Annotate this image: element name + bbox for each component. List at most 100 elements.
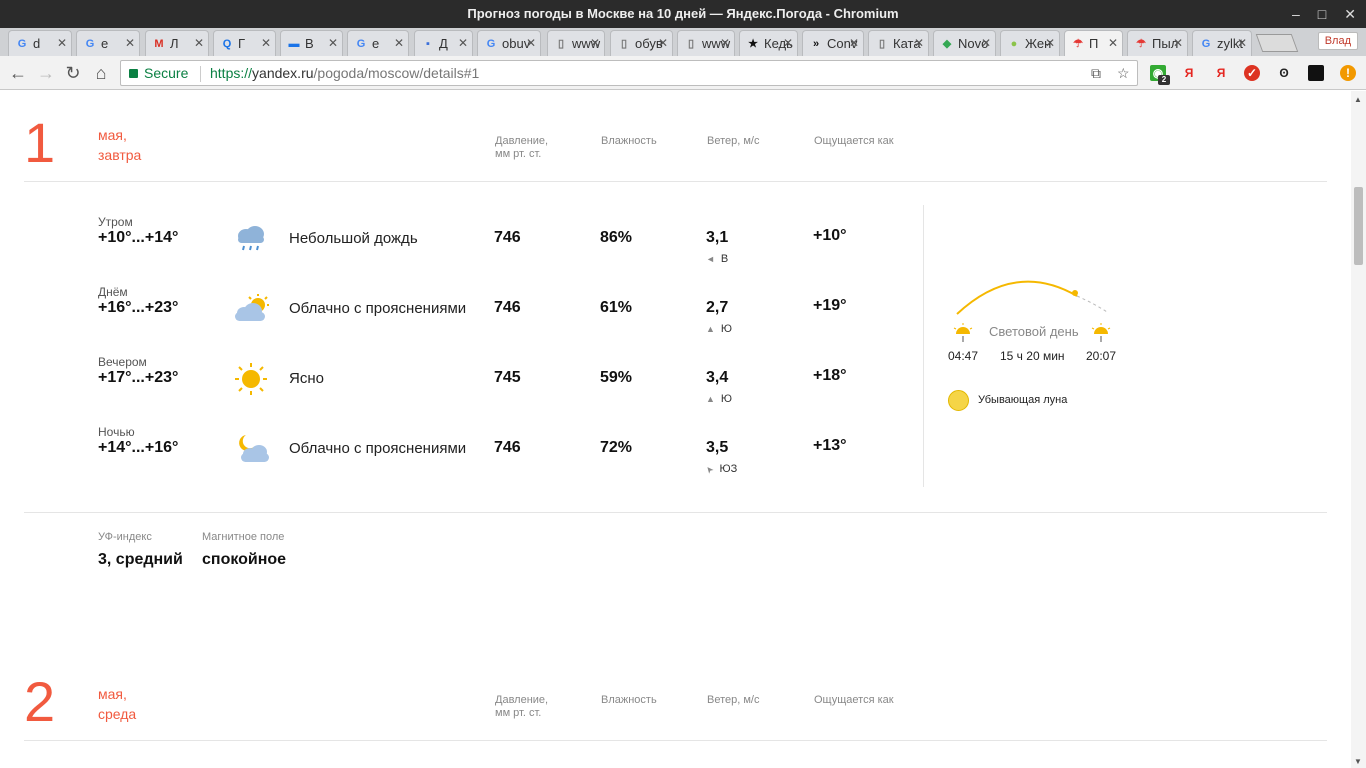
tab[interactable]: » Conv ✕ bbox=[802, 30, 864, 56]
tab[interactable]: Ge ✕ bbox=[76, 30, 140, 56]
page-scrollbar[interactable]: ▲ ▼ bbox=[1351, 91, 1366, 768]
tab[interactable]: M Л ✕ bbox=[145, 30, 209, 56]
feels-header: Ощущается как bbox=[814, 135, 894, 147]
feels-like-value: +10° bbox=[813, 227, 847, 244]
magnetic-value: спокойное bbox=[202, 551, 287, 568]
new-tab-button[interactable] bbox=[1255, 34, 1299, 52]
address-bar[interactable]: Secure https://yandex.ru/pogoda/moscow/d… bbox=[120, 60, 1138, 86]
maximize-icon[interactable]: □ bbox=[1318, 0, 1326, 28]
search-icon: Q bbox=[222, 37, 232, 50]
wind-direction-label: В bbox=[720, 253, 729, 265]
tab-close-icon[interactable]: ✕ bbox=[720, 36, 730, 50]
umbrella-icon: ☂ bbox=[1073, 38, 1083, 50]
scroll-down-icon[interactable]: ▼ bbox=[1354, 757, 1362, 766]
user-profile-button[interactable]: Влад bbox=[1317, 32, 1358, 50]
stop-ext-icon[interactable]: ✓ bbox=[1244, 65, 1260, 81]
divider bbox=[24, 740, 1327, 741]
google-icon: G bbox=[486, 37, 496, 50]
wind-direction-label: ЮЗ bbox=[719, 463, 738, 475]
tab-close-icon[interactable]: ✕ bbox=[526, 36, 536, 50]
dark-ext-icon[interactable] bbox=[1308, 65, 1324, 81]
tab-close-icon[interactable]: ✕ bbox=[1108, 36, 1118, 50]
humidity-value: 61% bbox=[600, 299, 633, 316]
tab[interactable]: ▯ обув ✕ bbox=[610, 30, 673, 56]
moon-phase: Убывающая луна bbox=[978, 394, 1068, 406]
feels-like-value: +19° bbox=[813, 297, 847, 314]
minimize-icon[interactable]: ‒ bbox=[1292, 0, 1300, 28]
wind-speed: 3,1 bbox=[706, 229, 729, 246]
tab[interactable]: ☂ П ✕ bbox=[1064, 30, 1123, 56]
back-icon[interactable]: ← bbox=[8, 63, 28, 83]
omnibox-divider bbox=[200, 66, 201, 82]
wind-speed: 3,4 bbox=[706, 369, 729, 386]
tab-close-icon[interactable]: ✕ bbox=[394, 36, 404, 50]
wind-speed: 2,7 bbox=[706, 299, 729, 316]
yandex-ext-icon[interactable]: Я bbox=[1181, 65, 1197, 81]
translate-icon[interactable]: ⧉ bbox=[1091, 61, 1101, 85]
tab[interactable]: ▬ B ✕ bbox=[280, 30, 343, 56]
day-part-label: Утром bbox=[98, 215, 133, 229]
tab-close-icon[interactable]: ✕ bbox=[590, 36, 600, 50]
yandex-bookmarks-icon[interactable]: Я bbox=[1213, 65, 1229, 81]
tab[interactable]: ▪ Д ✕ bbox=[414, 30, 473, 56]
tab-close-icon[interactable]: ✕ bbox=[125, 36, 135, 50]
tab[interactable]: ◆ Novo ✕ bbox=[933, 30, 996, 56]
home-icon[interactable]: ⌂ bbox=[91, 63, 111, 83]
tab[interactable]: ▯ www ✕ bbox=[547, 30, 605, 56]
scrollbar-thumb[interactable] bbox=[1354, 187, 1363, 265]
tab[interactable]: Gzylkt ✕ bbox=[1192, 30, 1252, 56]
close-window-icon[interactable]: ✕ bbox=[1344, 0, 1356, 28]
tab[interactable]: ☂ Пыл ✕ bbox=[1127, 30, 1188, 56]
wind-direction: ▲ Ю bbox=[706, 393, 732, 405]
tab-close-icon[interactable]: ✕ bbox=[849, 36, 859, 50]
tab-close-icon[interactable]: ✕ bbox=[1237, 36, 1247, 50]
tab[interactable]: ▯ www ✕ bbox=[677, 30, 735, 56]
update-alert-icon[interactable]: ! bbox=[1340, 65, 1356, 81]
tab-close-icon[interactable]: ✕ bbox=[194, 36, 204, 50]
uv-value: 3, средний bbox=[98, 551, 183, 568]
pressure-header: Давление, мм рт. ст. bbox=[495, 694, 548, 720]
secure-indicator[interactable]: Secure bbox=[129, 61, 188, 85]
url-text[interactable]: https://yandex.ru/pogoda/moscow/details#… bbox=[210, 61, 479, 85]
humidity-value: 72% bbox=[600, 439, 633, 456]
tab[interactable]: Ge ✕ bbox=[347, 30, 409, 56]
tab[interactable]: ▯ Ката ✕ bbox=[868, 30, 929, 56]
pressure-value: 745 bbox=[494, 369, 521, 386]
wind-header: Ветер, м/с bbox=[707, 135, 760, 147]
forward-icon[interactable]: → bbox=[36, 63, 56, 83]
tab-label: e bbox=[372, 36, 380, 51]
tab-close-icon[interactable]: ✕ bbox=[328, 36, 338, 50]
bookmark-star-icon[interactable]: ☆ bbox=[1117, 61, 1130, 85]
moon-icon bbox=[948, 390, 969, 411]
tab-close-icon[interactable]: ✕ bbox=[783, 36, 793, 50]
tab-close-icon[interactable]: ✕ bbox=[1173, 36, 1183, 50]
tab-close-icon[interactable]: ✕ bbox=[458, 36, 468, 50]
reload-icon[interactable]: ↻ bbox=[63, 63, 83, 83]
scroll-up-icon[interactable]: ▲ bbox=[1354, 95, 1362, 104]
day-month: мая, bbox=[98, 127, 127, 143]
tab[interactable]: ★ Кедь ✕ bbox=[739, 30, 798, 56]
tab-close-icon[interactable]: ✕ bbox=[261, 36, 271, 50]
tab-close-icon[interactable]: ✕ bbox=[1045, 36, 1055, 50]
tab[interactable]: Q Г ✕ bbox=[213, 30, 276, 56]
tab-close-icon[interactable]: ✕ bbox=[57, 36, 67, 50]
converse-icon: » bbox=[812, 37, 820, 50]
magnetic-label: Магнитное поле bbox=[202, 531, 285, 543]
tab[interactable]: ● Жен ✕ bbox=[1000, 30, 1060, 56]
temperature-range: +14°...+16° bbox=[98, 439, 179, 456]
wind-direction: ▲ Ю bbox=[706, 323, 732, 335]
gnome-ext-icon[interactable]: ʘ bbox=[1276, 65, 1292, 81]
daylight-label: Световой день bbox=[989, 324, 1079, 339]
tab-close-icon[interactable]: ✕ bbox=[914, 36, 924, 50]
day-weekday: среда bbox=[98, 706, 137, 722]
sun-position-marker bbox=[1072, 290, 1078, 296]
sunrise-icon bbox=[953, 323, 973, 342]
tab[interactable]: Gd ✕ bbox=[8, 30, 72, 56]
tab-close-icon[interactable]: ✕ bbox=[658, 36, 668, 50]
condition-text: Ясно bbox=[289, 370, 324, 387]
google-icon: G bbox=[356, 37, 366, 50]
tab-close-icon[interactable]: ✕ bbox=[981, 36, 991, 50]
tab[interactable]: Gobuv ✕ bbox=[477, 30, 541, 56]
day-part-label: Вечером bbox=[98, 355, 147, 369]
divider bbox=[24, 181, 1327, 182]
